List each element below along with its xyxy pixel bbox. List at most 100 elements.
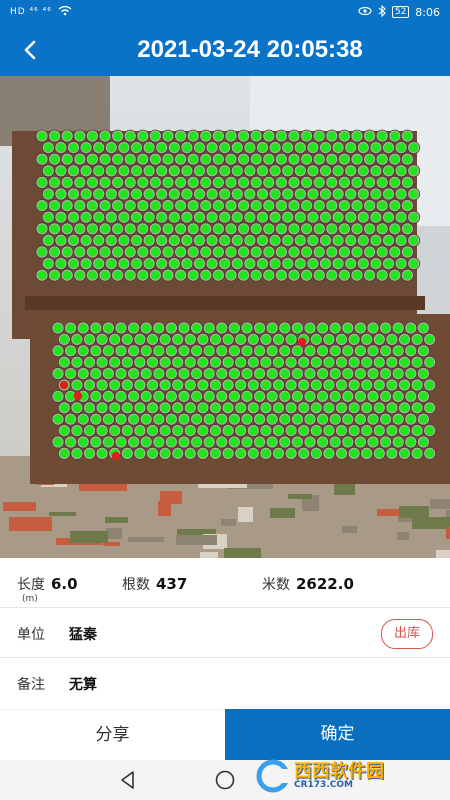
- detection-marker: [213, 224, 223, 234]
- detection-marker: [113, 270, 123, 280]
- detection-marker: [62, 131, 72, 141]
- detection-marker: [352, 247, 362, 257]
- detection-marker: [154, 391, 164, 401]
- detection-marker: [37, 177, 47, 187]
- detection-marker: [346, 166, 356, 176]
- ground-debris: [103, 542, 120, 546]
- length-unit: (m): [22, 594, 38, 604]
- meters-metric: 米数 2622.0: [262, 574, 354, 594]
- detection-marker: [122, 426, 132, 436]
- detection-marker: [179, 391, 189, 401]
- detection-marker: [377, 177, 387, 187]
- outbound-button[interactable]: 出库: [381, 619, 433, 649]
- nav-home-button[interactable]: [213, 768, 237, 792]
- detection-marker: [365, 201, 375, 211]
- detection-marker: [305, 369, 315, 379]
- detection-marker: [217, 369, 227, 379]
- detection-marker: [302, 131, 312, 141]
- detection-marker: [232, 189, 242, 199]
- detection-marker: [362, 357, 372, 367]
- detection-marker: [374, 357, 384, 367]
- detection-marker: [358, 212, 368, 222]
- detection-marker: [283, 166, 293, 176]
- detection-marker: [144, 235, 154, 245]
- ground-debris: [3, 502, 36, 511]
- detection-marker: [68, 259, 79, 269]
- detection-marker: [72, 380, 82, 390]
- detection-marker: [302, 177, 312, 187]
- detection-marker: [324, 357, 334, 367]
- detection-marker: [283, 259, 293, 269]
- detection-marker: [37, 270, 47, 280]
- back-button[interactable]: [14, 34, 46, 66]
- detection-marker: [68, 143, 79, 153]
- detection-marker: [122, 403, 132, 413]
- detection-marker: [412, 448, 422, 458]
- detection-marker: [352, 224, 362, 234]
- detection-marker: [75, 201, 85, 211]
- metrics-row: 长度 6.0 (m) 根数 437 米数 2622.0: [0, 558, 450, 608]
- page-title: 2021-03-24 20:05:38: [137, 36, 363, 63]
- detection-marker: [223, 380, 233, 390]
- detection-marker: [358, 235, 368, 245]
- detection-marker: [255, 369, 265, 379]
- detection-marker: [292, 323, 302, 333]
- detection-marker: [103, 346, 113, 356]
- detection-marker: [393, 369, 403, 379]
- detection-marker: [270, 189, 280, 199]
- detection-marker: [289, 131, 299, 141]
- detection-marker: [387, 357, 397, 367]
- detection-marker: [53, 437, 63, 447]
- detection-marker: [295, 166, 305, 176]
- detection-marker: [371, 189, 381, 199]
- detection-marker: [223, 334, 233, 344]
- detection-marker: [210, 448, 221, 458]
- detection-marker: [138, 154, 148, 164]
- ground-debris: [176, 535, 217, 545]
- share-button[interactable]: 分享: [0, 709, 225, 760]
- flagged-marker: [59, 380, 69, 390]
- detection-marker: [336, 448, 347, 458]
- detection-marker: [365, 154, 375, 164]
- detection-marker: [245, 259, 255, 269]
- detection-marker: [308, 259, 318, 269]
- detection-marker: [97, 380, 107, 390]
- detection-marker: [179, 369, 189, 379]
- detection-marker: [412, 357, 422, 367]
- ground-debris: [430, 499, 450, 509]
- detection-marker: [59, 334, 69, 344]
- confirm-button[interactable]: 确定: [225, 709, 450, 760]
- detection-marker: [113, 131, 123, 141]
- detection-marker: [352, 131, 362, 141]
- detection-marker: [236, 357, 246, 367]
- detection-marker: [248, 357, 258, 367]
- detection-marker: [280, 369, 290, 379]
- detection-marker: [289, 177, 299, 187]
- ground-debris: [399, 506, 429, 518]
- detection-marker: [320, 189, 331, 199]
- detection-marker: [425, 357, 435, 367]
- detection-marker: [327, 247, 337, 257]
- detection-marker: [324, 448, 334, 458]
- detection-marker: [188, 131, 198, 141]
- detection-marker: [84, 380, 95, 390]
- detection-marker: [333, 189, 343, 199]
- detection-marker: [226, 270, 236, 280]
- detection-marker: [122, 380, 132, 390]
- detection-marker: [314, 224, 324, 234]
- detection-marker: [339, 154, 349, 164]
- detection-marker: [176, 154, 186, 164]
- detection-marker: [257, 235, 268, 245]
- detection-marker: [131, 189, 142, 199]
- detection-marker: [381, 391, 391, 401]
- detection-marker: [43, 235, 53, 245]
- detection-marker: [204, 346, 214, 356]
- detection-marker: [125, 131, 135, 141]
- detection-marker: [125, 177, 135, 187]
- detection-marker: [94, 143, 104, 153]
- detection-marker: [346, 235, 356, 245]
- detection-marker: [245, 166, 255, 176]
- detection-marker: [377, 201, 387, 211]
- nav-back-button[interactable]: [116, 768, 140, 792]
- detection-marker: [286, 403, 296, 413]
